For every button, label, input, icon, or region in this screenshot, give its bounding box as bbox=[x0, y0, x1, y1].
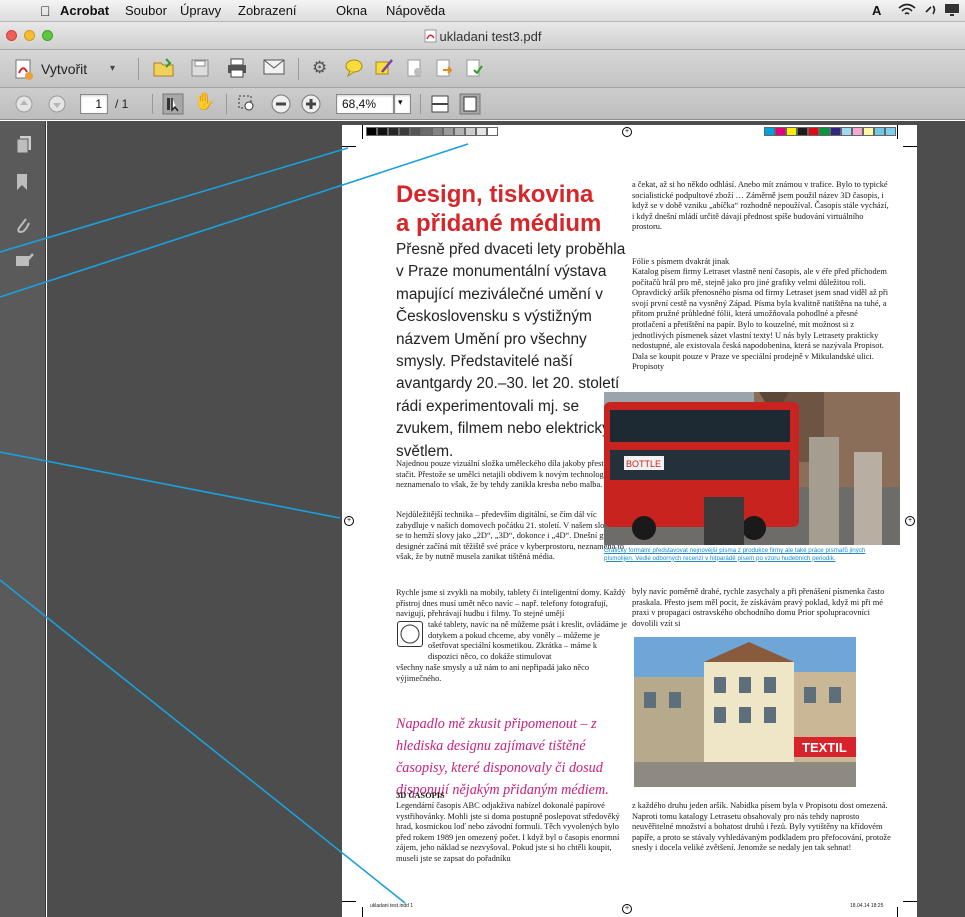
section-heading: 3D ČASOPIS bbox=[396, 791, 445, 800]
window-title-bar: ukladani test3.pdf bbox=[0, 22, 965, 50]
toolbar-divider bbox=[226, 94, 227, 114]
crop-mark bbox=[903, 901, 917, 902]
menu-app-name[interactable]: Acrobat bbox=[60, 3, 109, 18]
right-paragraph-4: z každého druhu jeden aršík. Nabídka pís… bbox=[632, 801, 891, 853]
footer-timestamp: 18.04.14 18:25 bbox=[850, 903, 884, 909]
chevron-down-icon[interactable]: ▾ bbox=[110, 63, 115, 74]
paragraph-1: Najednou pouze vizuální složka uměleckéh… bbox=[396, 459, 622, 490]
wifi-icon[interactable] bbox=[898, 3, 916, 20]
comment-icon[interactable] bbox=[344, 58, 364, 81]
paragraph-3a: Rychle jsme si zvykli na mobily, tablety… bbox=[396, 588, 626, 619]
toolbar-divider bbox=[298, 58, 299, 80]
page-thumbnails-icon[interactable] bbox=[15, 135, 33, 160]
previous-page-icon[interactable] bbox=[15, 95, 33, 116]
apple-icon[interactable]:  bbox=[40, 3, 51, 19]
review-document-icon[interactable] bbox=[464, 58, 484, 81]
hand-tool-icon[interactable]: ✋ bbox=[194, 93, 215, 110]
crop-mark bbox=[897, 907, 898, 917]
menu-zobrazeni[interactable]: Zobrazení bbox=[238, 3, 297, 18]
navigation-toolbar: 1 / 1 ✋ 68,4% ▾ bbox=[0, 88, 965, 120]
right-paragraph-1: a čekat, až si ho někdo odhlásí. Anebo m… bbox=[632, 180, 889, 232]
toolbar-divider bbox=[152, 94, 153, 114]
paragraph-3b: také tablety, navíc na ně můžeme psát i … bbox=[428, 620, 627, 661]
article-title: Design, tiskovina a přidané médium bbox=[396, 181, 602, 237]
registration-mark-icon: + bbox=[344, 516, 354, 526]
menu-napoveda[interactable]: Nápověda bbox=[386, 3, 445, 18]
article-lead: Přesně před dvaceti lety proběhla v Praz… bbox=[396, 241, 626, 460]
volume-icon[interactable] bbox=[924, 3, 940, 20]
paragraph-4: Legendární časopis ABC odjakživa nabízel… bbox=[396, 801, 620, 863]
bus-street-photo: BOTTLE bbox=[604, 392, 900, 545]
pdf-file-icon bbox=[424, 29, 437, 43]
create-menu-button[interactable]: Vytvořit bbox=[41, 61, 87, 77]
right-paragraph-3: byly navíc poměrně drahé, rychle zasycha… bbox=[632, 587, 885, 628]
marquee-zoom-icon[interactable] bbox=[236, 93, 258, 118]
window-title-text: ukladani test3.pdf bbox=[439, 29, 542, 44]
chevron-down-icon: ▾ bbox=[398, 97, 403, 107]
pdf-page[interactable]: + + + + Design, tiskovina a přidané médiu… bbox=[342, 125, 917, 917]
crop-mark bbox=[342, 901, 356, 902]
textil-sign-text: TEXTIL bbox=[802, 740, 847, 755]
cmyk-color-bar bbox=[764, 127, 896, 136]
sign-icon[interactable] bbox=[374, 58, 394, 81]
gear-icon[interactable]: ⚙ bbox=[312, 59, 327, 76]
crop-mark bbox=[903, 146, 917, 147]
toolbar-divider bbox=[420, 94, 421, 114]
page-number-input[interactable]: 1 bbox=[80, 94, 108, 114]
footer-filename: ukladani test.indd 1 bbox=[370, 903, 414, 909]
paragraph-2: Nejdůležitější technika – především digi… bbox=[396, 510, 628, 562]
next-page-icon[interactable] bbox=[48, 95, 66, 116]
zoom-level-input[interactable]: 68,4% bbox=[336, 94, 394, 114]
crop-mark bbox=[362, 125, 363, 139]
select-tool-icon[interactable] bbox=[162, 93, 184, 118]
menu-upravy[interactable]: Úpravy bbox=[180, 3, 221, 18]
grayscale-color-bar bbox=[366, 127, 498, 136]
page-total-label: / 1 bbox=[115, 97, 129, 111]
email-icon[interactable] bbox=[263, 59, 285, 78]
paragraph-3c: všechny naše smysly a už nám to ani nepř… bbox=[396, 663, 590, 683]
photo-caption: Graficky formální představovat nejnovějš… bbox=[604, 547, 866, 562]
secure-document-icon[interactable] bbox=[405, 58, 425, 81]
menu-soubor[interactable]: Soubor bbox=[125, 3, 167, 18]
save-icon[interactable] bbox=[190, 58, 210, 81]
right-subheading: Fólie s písmem dvakrát jinak bbox=[632, 257, 730, 266]
create-pdf-icon bbox=[14, 59, 34, 84]
compass-icon bbox=[397, 621, 423, 647]
signatures-icon[interactable] bbox=[15, 253, 35, 274]
registration-mark-icon: + bbox=[622, 904, 632, 914]
registration-mark-icon: + bbox=[905, 516, 915, 526]
print-icon[interactable] bbox=[226, 57, 248, 82]
fit-page-icon[interactable] bbox=[459, 93, 481, 118]
zoom-out-icon[interactable] bbox=[271, 94, 291, 117]
crop-mark bbox=[897, 125, 898, 139]
zoom-in-icon[interactable] bbox=[301, 94, 321, 117]
pull-quote: Napadlo mě zkusit připomenout – z hledis… bbox=[396, 716, 609, 798]
main-toolbar: Vytvořit ▾ ⚙ bbox=[0, 50, 965, 88]
export-document-icon[interactable] bbox=[434, 58, 454, 81]
registration-mark-icon: + bbox=[622, 127, 632, 137]
open-folder-icon[interactable] bbox=[152, 57, 176, 82]
navigation-pane bbox=[0, 121, 46, 917]
building-photo: TEXTIL bbox=[634, 637, 856, 787]
bus-sign-text: BOTTLE bbox=[626, 459, 661, 469]
input-source-icon[interactable]: A bbox=[872, 3, 881, 18]
window-title: ukladani test3.pdf bbox=[0, 29, 965, 44]
menu-bar:  Acrobat Soubor Úpravy Zobrazení Okna N… bbox=[0, 0, 965, 22]
toolbar-divider bbox=[138, 58, 139, 80]
attachments-icon[interactable] bbox=[15, 215, 31, 240]
display-icon[interactable] bbox=[944, 3, 960, 20]
right-paragraph-2: Katalog písem firmy Letraset vlastně nen… bbox=[632, 267, 889, 372]
scrolling-mode-icon[interactable] bbox=[430, 94, 450, 117]
crop-mark bbox=[342, 146, 356, 147]
bookmarks-icon[interactable] bbox=[15, 173, 29, 196]
zoom-dropdown-button[interactable]: ▾ bbox=[394, 94, 411, 114]
menu-okna[interactable]: Okna bbox=[336, 3, 367, 18]
crop-mark bbox=[362, 907, 363, 917]
